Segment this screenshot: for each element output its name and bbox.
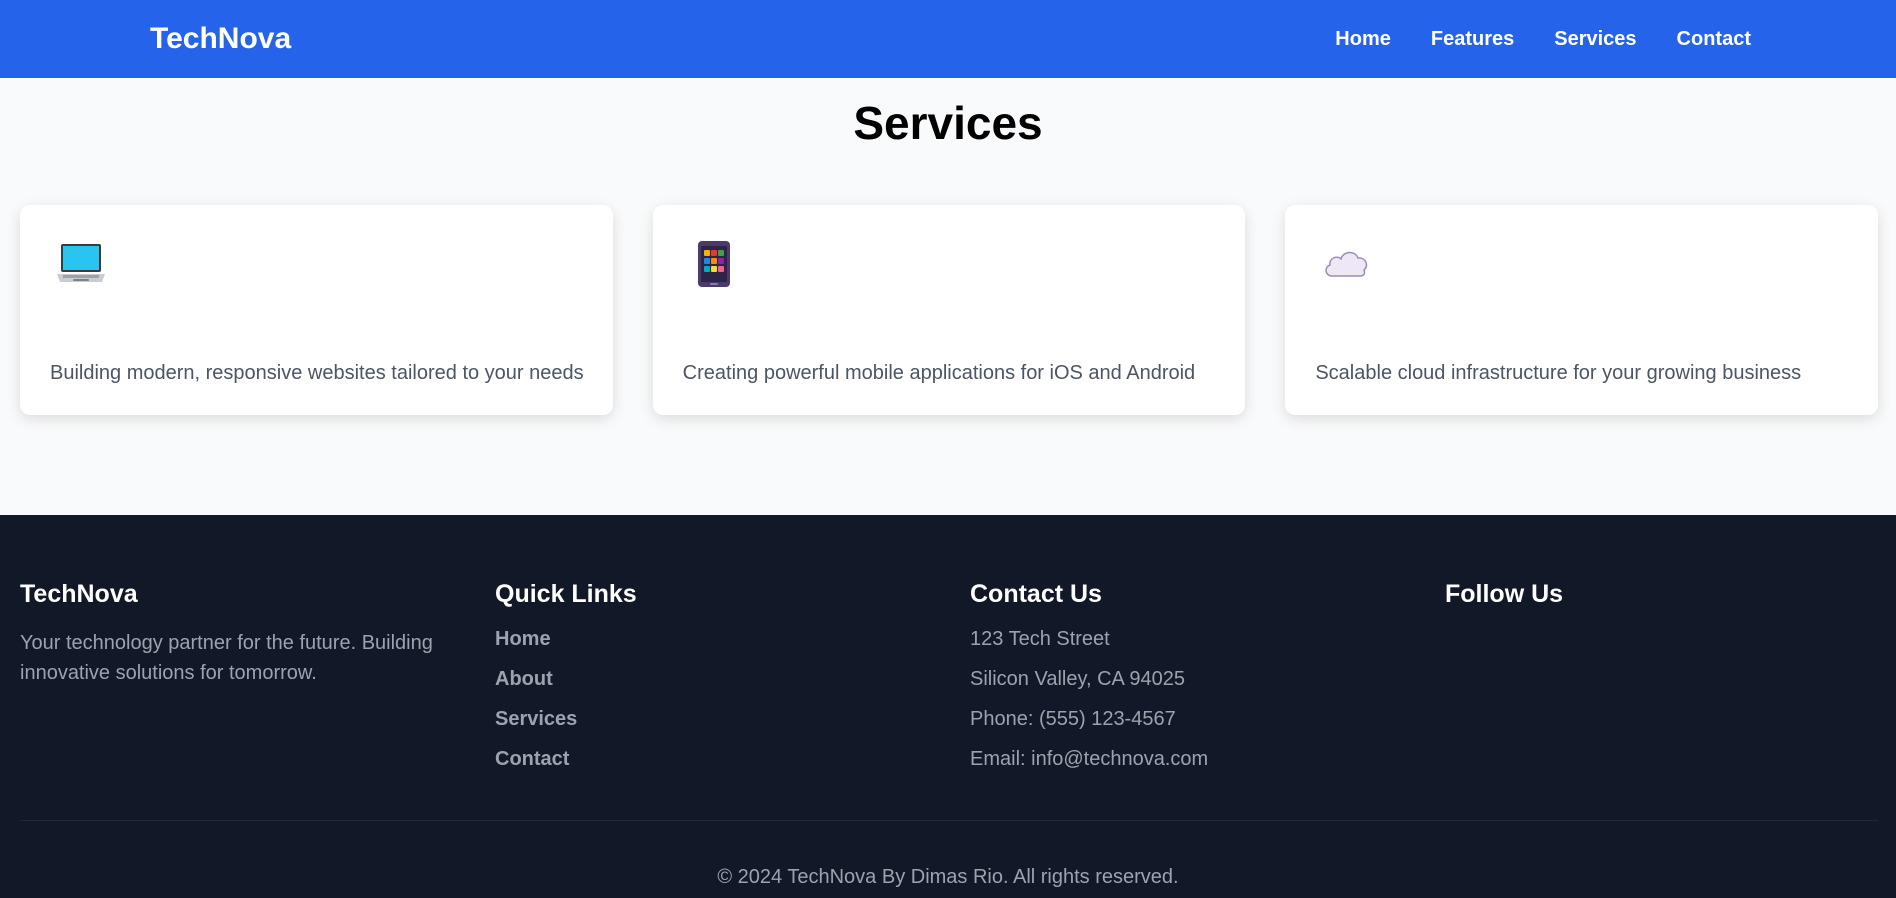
navbar: TechNova Home Features Services Contact (0, 0, 1896, 78)
footer-about: TechNova Your technology partner for the… (20, 578, 480, 688)
footer-divider (20, 820, 1878, 821)
nav-link-services[interactable]: Services (1554, 26, 1636, 52)
contact-address-line1: 123 Tech Street (970, 628, 1110, 650)
footer-link-home[interactable]: Home (495, 626, 955, 652)
service-card-web: Building modern, responsive websites tai… (20, 205, 613, 415)
nav-link-home[interactable]: Home (1335, 26, 1391, 52)
footer-link-about[interactable]: About (495, 666, 955, 692)
contact-list: 123 Tech Street Silicon Valley, CA 94025… (970, 626, 1430, 772)
nav-link-features[interactable]: Features (1431, 26, 1514, 52)
footer-link-services[interactable]: Services (495, 706, 955, 732)
service-card-web-text: Building modern, responsive websites tai… (50, 362, 584, 384)
service-card-cloud-text: Scalable cloud infrastructure for your g… (1315, 362, 1802, 384)
footer-quick-links: Quick Links Home About Services Contact (495, 578, 955, 786)
copyright-text: © 2024 TechNova By Dimas Rio. All rights… (717, 866, 1179, 888)
nav-link-contact[interactable]: Contact (1677, 26, 1751, 52)
services-title: Services (853, 97, 1043, 149)
quick-links-list: Home About Services Contact (495, 626, 955, 772)
footer-contact: Contact Us 123 Tech Street Silicon Valle… (970, 578, 1430, 786)
nav-links: Home Features Services Contact (1335, 26, 1751, 52)
contact-phone: Phone: (555) 123-4567 (970, 708, 1176, 730)
footer-follow: Follow Us (1445, 578, 1896, 610)
laptop-icon (57, 240, 105, 288)
brand-logo[interactable]: TechNova (150, 20, 291, 58)
quick-links-heading: Quick Links (495, 580, 637, 608)
mobile-phone-icon (690, 240, 738, 288)
contact-address-line2: Silicon Valley, CA 94025 (970, 668, 1185, 690)
service-card-mobile: Creating powerful mobile applications fo… (652, 205, 1246, 415)
service-card-mobile-text: Creating powerful mobile applications fo… (682, 362, 1196, 384)
contact-heading: Contact Us (970, 580, 1102, 608)
footer-brand-heading: TechNova (20, 580, 138, 608)
footer-link-contact[interactable]: Contact (495, 746, 955, 772)
footer: TechNova Your technology partner for the… (0, 515, 1896, 898)
service-card-cloud: Scalable cloud infrastructure for your g… (1285, 205, 1879, 415)
services-cards: Building modern, responsive websites tai… (20, 205, 1879, 415)
cloud-icon (1322, 240, 1370, 288)
footer-description: Your technology partner for the future. … (20, 632, 433, 684)
contact-email: Email: info@technova.com (970, 748, 1209, 770)
follow-heading: Follow Us (1445, 580, 1564, 608)
